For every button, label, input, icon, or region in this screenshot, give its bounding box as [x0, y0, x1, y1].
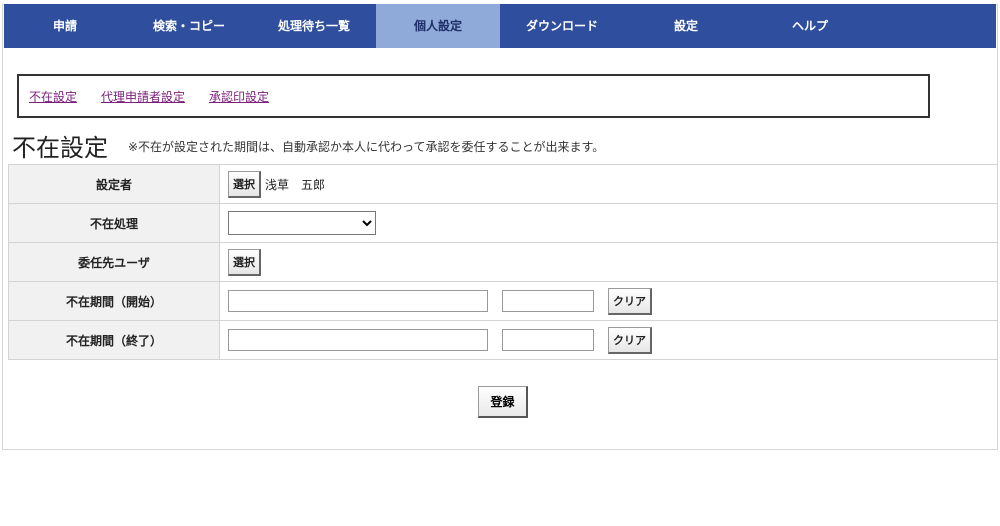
- nav-item-personal-settings[interactable]: 個人設定: [376, 4, 500, 48]
- form-row-setter: 設定者 選択 浅草 五郎: [8, 164, 998, 204]
- nav-item-apply[interactable]: 申請: [4, 4, 126, 48]
- subnav-link-absence[interactable]: 不在設定: [29, 88, 77, 105]
- period-start-label: 不在期間（開始）: [8, 281, 220, 321]
- form-row-absence-processing: 不在処理: [8, 203, 998, 243]
- start-clear-button[interactable]: クリア: [608, 287, 652, 315]
- delegate-user-label: 委任先ユーザ: [8, 242, 220, 282]
- register-button[interactable]: 登録: [478, 386, 528, 418]
- absence-processing-cell: [219, 203, 998, 243]
- top-nav: 申請 検索・コピー 処理待ち一覧 個人設定 ダウンロード 設定 ヘルプ: [4, 4, 996, 48]
- nav-item-pending-list[interactable]: 処理待ち一覧: [252, 4, 376, 48]
- period-end-cell: クリア: [219, 320, 998, 360]
- setter-name: 浅草 五郎: [265, 177, 326, 192]
- nav-item-search-copy[interactable]: 検索・コピー: [126, 4, 252, 48]
- start-time-input[interactable]: [502, 290, 594, 312]
- period-start-cell: クリア: [219, 281, 998, 321]
- page-note: ※不在が設定された期間は、自動承認か本人に代わって承認を委任することが出来ます。: [128, 140, 605, 154]
- form-row-period-start: 不在期間（開始） クリア: [8, 281, 998, 321]
- end-date-input[interactable]: [228, 329, 488, 351]
- period-end-label: 不在期間（終了）: [8, 320, 220, 360]
- delegate-select-button[interactable]: 選択: [228, 248, 261, 276]
- end-time-input[interactable]: [502, 329, 594, 351]
- sub-navigation: 不在設定 代理申請者設定 承認印設定: [17, 74, 930, 118]
- form-row-delegate-user: 委任先ユーザ 選択: [8, 242, 998, 282]
- end-clear-button[interactable]: クリア: [608, 326, 652, 354]
- form-row-period-end: 不在期間（終了） クリア: [8, 320, 998, 360]
- page-title: 不在設定: [12, 134, 108, 162]
- setter-cell: 選択 浅草 五郎: [219, 164, 998, 204]
- setter-label: 設定者: [8, 164, 220, 204]
- subnav-link-proxy-applicant[interactable]: 代理申請者設定: [101, 88, 185, 105]
- nav-item-help[interactable]: ヘルプ: [748, 4, 872, 48]
- setter-select-button[interactable]: 選択: [228, 170, 261, 198]
- start-date-input[interactable]: [228, 290, 488, 312]
- absence-processing-label: 不在処理: [8, 203, 220, 243]
- nav-item-settings[interactable]: 設定: [624, 4, 748, 48]
- absence-processing-select[interactable]: [228, 211, 376, 235]
- subnav-link-approval-stamp[interactable]: 承認印設定: [209, 88, 269, 105]
- absence-form: 設定者 選択 浅草 五郎 不在処理 委任先ユーザ 選択 不在期間（開始） クリア: [8, 164, 998, 360]
- nav-item-download[interactable]: ダウンロード: [500, 4, 624, 48]
- delegate-user-cell: 選択: [219, 242, 998, 282]
